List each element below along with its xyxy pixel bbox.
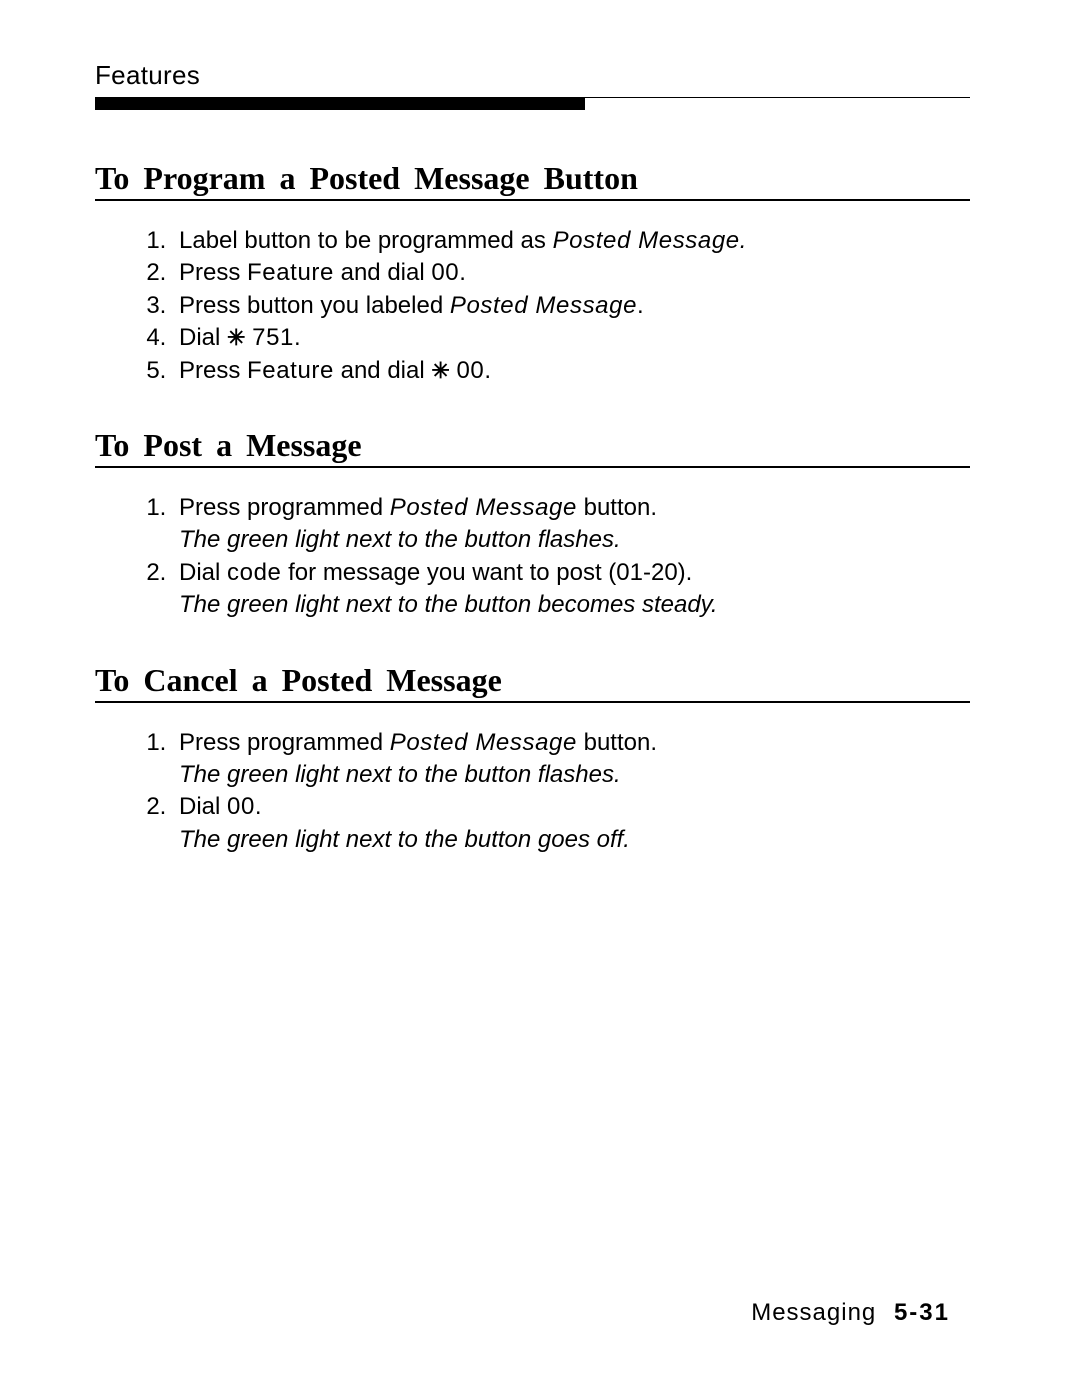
star-icon: ✳	[431, 358, 449, 383]
step-note: The green light next to the button becom…	[179, 591, 718, 618]
dial-code: 00.	[431, 259, 466, 286]
step-text: and dial	[334, 357, 431, 384]
term-posted-message: Posted Message	[390, 494, 577, 521]
step-text: for message you want to post (01-20).	[281, 559, 692, 586]
footer-page-number: 5-31	[894, 1299, 950, 1326]
step-text: Dial	[179, 793, 227, 820]
list-item: Press Feature and dial ✳ 00.	[173, 355, 970, 387]
list-item: Press Feature and dial 00.	[173, 257, 970, 289]
star-icon: ✳	[227, 325, 245, 350]
steps-program: Label button to be programmed as Posted …	[95, 225, 970, 387]
list-item: Label button to be programmed as Posted …	[173, 225, 970, 257]
header-label: Features	[95, 60, 970, 91]
dial-code: code	[227, 559, 281, 586]
section-rule	[95, 466, 970, 468]
dial-code: 751.	[252, 324, 301, 351]
step-text: button.	[577, 494, 657, 521]
dial-code: 00.	[456, 357, 491, 384]
page: Features To Program a Posted Message But…	[0, 0, 1080, 1395]
term-posted-message: Posted Message.	[553, 227, 747, 254]
step-text: Press programmed	[179, 729, 390, 756]
list-item: Press programmed Posted Message button. …	[173, 492, 970, 557]
header-rule	[95, 97, 970, 110]
section-title-post: To Post a Message	[95, 427, 970, 464]
key-feature: Feature	[247, 259, 334, 286]
list-item: Dial 00. The green light next to the but…	[173, 791, 970, 856]
step-note: The green light next to the button goes …	[179, 826, 630, 853]
dial-code: 00.	[227, 793, 262, 820]
list-item: Press programmed Posted Message button. …	[173, 727, 970, 792]
key-feature: Feature	[247, 357, 334, 384]
term-posted-message: Posted Message	[390, 729, 577, 756]
section-title-program: To Program a Posted Message Button	[95, 160, 970, 197]
step-text: Dial	[179, 324, 227, 351]
list-item: Dial ✳ 751.	[173, 322, 970, 354]
term-posted-message: Posted Message	[450, 292, 637, 319]
step-text: Dial	[179, 559, 227, 586]
footer: Messaging 5-31	[751, 1299, 950, 1327]
step-text: Label button to be programmed as	[179, 227, 553, 254]
step-text: .	[637, 292, 644, 319]
step-note: The green light next to the button flash…	[179, 526, 621, 553]
section-title-cancel: To Cancel a Posted Message	[95, 662, 970, 699]
step-text: Press	[179, 259, 247, 286]
step-note: The green light next to the button flash…	[179, 761, 621, 788]
section-rule	[95, 199, 970, 201]
list-item: Dial code for message you want to post (…	[173, 557, 970, 622]
footer-section: Messaging	[751, 1299, 876, 1326]
list-item: Press button you labeled Posted Message.	[173, 290, 970, 322]
step-text: Press button you labeled	[179, 292, 450, 319]
steps-post: Press programmed Posted Message button. …	[95, 492, 970, 622]
step-text: button.	[577, 729, 657, 756]
header-rule-thick	[95, 98, 585, 110]
section-rule	[95, 701, 970, 703]
step-text: Press	[179, 357, 247, 384]
steps-cancel: Press programmed Posted Message button. …	[95, 727, 970, 857]
step-text: Press programmed	[179, 494, 390, 521]
step-text: and dial	[334, 259, 431, 286]
